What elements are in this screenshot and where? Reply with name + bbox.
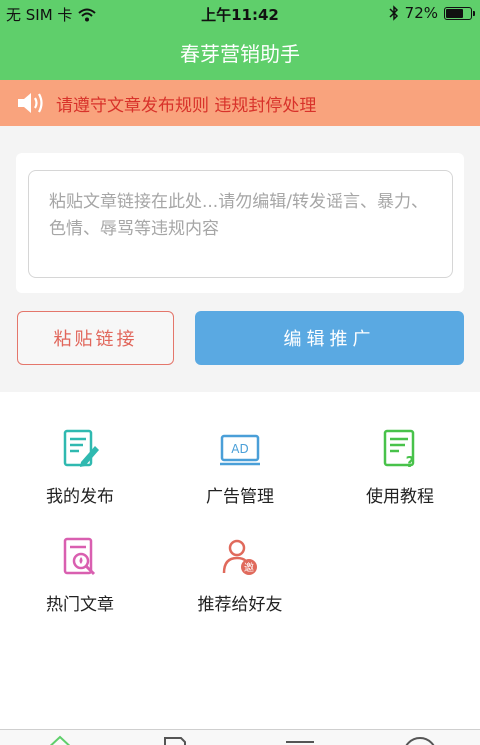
speaker-icon: [18, 93, 43, 113]
status-bar: 无 SIM 卡 上午11:42 72%: [0, 0, 480, 28]
hot-article-icon: [63, 537, 96, 576]
notice-banner: 请遵守文章发布规则 违规封停处理: [0, 80, 480, 126]
battery-percent: 72%: [404, 4, 438, 22]
menu-label: 热门文章: [46, 595, 114, 615]
document-icon[interactable]: [155, 734, 195, 745]
link-input[interactable]: 粘贴文章链接在此处...请勿编辑/转发谣言、暴力、色情、辱骂等违规内容: [28, 170, 453, 278]
menu-item-tutorial[interactable]: ? 使用教程: [320, 428, 480, 507]
page-title: 春芽营销助手: [180, 42, 300, 66]
menu-item-hot-articles[interactable]: 热门文章: [0, 536, 160, 615]
menu-item-recommend-friend[interactable]: 邀 推荐给好友: [160, 536, 320, 615]
help-document-icon: ?: [383, 429, 415, 470]
battery-icon: [444, 6, 475, 20]
notice-text: 请遵守文章发布规则 违规封停处理: [56, 95, 317, 116]
nav-bar: 春芽营销助手: [0, 28, 480, 80]
menu-item-my-posts[interactable]: 我的发布: [0, 428, 160, 507]
paste-card: 粘贴文章链接在此处...请勿编辑/转发谣言、暴力、色情、辱骂等违规内容: [16, 153, 464, 293]
bluetooth-icon: [389, 5, 398, 21]
invite-friend-icon: 邀: [222, 539, 257, 575]
ad-screen-icon: AD: [220, 434, 260, 466]
menu-label: 广告管理: [206, 487, 274, 507]
menu-label: 使用教程: [366, 487, 434, 507]
menu-item-ad-management[interactable]: AD 广告管理: [160, 428, 320, 507]
tab-bar: [0, 729, 480, 745]
svg-text:AD: AD: [231, 442, 248, 456]
profile-icon[interactable]: [400, 734, 440, 745]
svg-text:?: ?: [406, 453, 415, 470]
link-input-placeholder: 粘贴文章链接在此处...请勿编辑/转发谣言、暴力、色情、辱骂等违规内容: [49, 192, 428, 239]
svg-text:邀: 邀: [244, 561, 254, 574]
edit-promote-button[interactable]: 编辑推广: [195, 311, 464, 365]
menu-grid: 我的发布 AD 广告管理 ? 使用教程 热门文章 邀 推荐给好友: [0, 392, 480, 730]
home-icon[interactable]: [40, 734, 80, 745]
list-icon[interactable]: [280, 734, 320, 745]
paste-link-button[interactable]: 粘贴链接: [17, 311, 174, 365]
menu-label: 我的发布: [46, 487, 114, 507]
edit-document-icon: [63, 429, 99, 467]
menu-label: 推荐给好友: [197, 595, 283, 615]
